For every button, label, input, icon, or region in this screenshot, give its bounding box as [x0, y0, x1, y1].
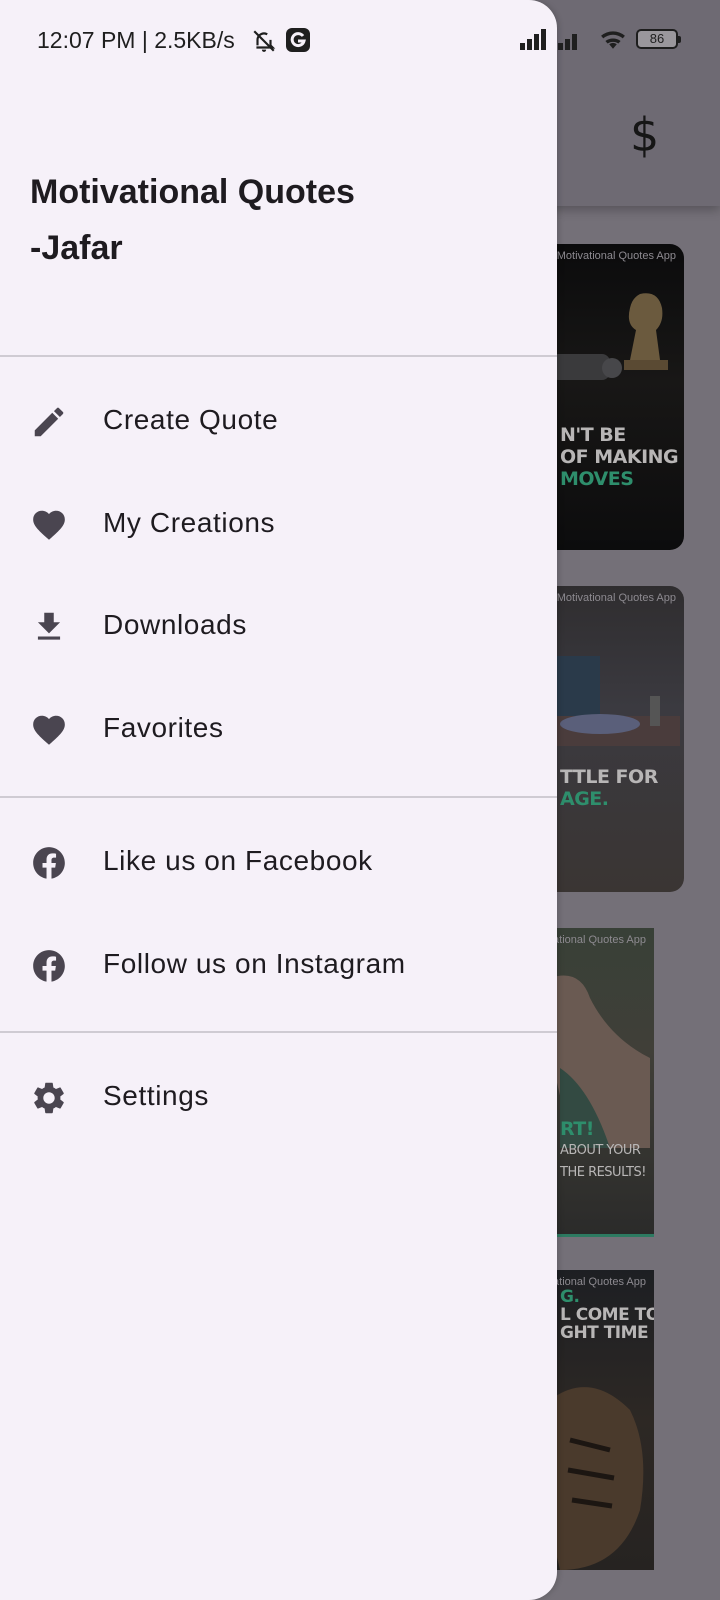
drawer-divider — [0, 796, 557, 798]
signal-icon — [558, 29, 584, 50]
signal-icon — [520, 29, 546, 50]
chess-piece-image — [550, 293, 668, 380]
battery-icon: 86 — [636, 29, 681, 49]
card-text-line: GHT TIME — [560, 1323, 649, 1343]
wifi-icon — [601, 31, 625, 49]
menu-item-my-creations[interactable]: My Creations — [0, 479, 557, 571]
menu-item-downloads[interactable]: Downloads — [0, 581, 557, 673]
menu-item-create-quote[interactable]: Create Quote — [0, 376, 557, 468]
dollar-icon[interactable]: $ — [630, 108, 659, 162]
card-text-line: AGE. — [560, 788, 609, 810]
menu-item-settings[interactable]: Settings — [0, 1052, 557, 1144]
menu-item-favorites[interactable]: Favorites — [0, 684, 557, 776]
status-time: 12:07 PM | 2.5KB/s — [37, 27, 235, 53]
menu-item-label: Follow us on Instagram — [103, 948, 406, 979]
battery-level: 86 — [649, 31, 665, 46]
tiger-image — [546, 1387, 644, 1570]
menu-item-label: Settings — [103, 1080, 209, 1111]
bell-off-icon — [253, 30, 276, 52]
card-text-line: N'T BE — [560, 424, 626, 446]
menu-item-like-facebook[interactable]: Like us on Facebook — [0, 817, 557, 909]
drawer-divider — [0, 1031, 557, 1033]
card-text-line: L COME TO — [560, 1305, 654, 1325]
g-app-icon — [286, 28, 310, 52]
menu-item-label: My Creations — [103, 507, 276, 538]
drawer-title-line1: Motivational Quotes — [30, 173, 355, 211]
pencil-icon — [30, 403, 68, 441]
navigation-drawer: Motivational Quotes -Jafar Create Quote … — [0, 0, 557, 1600]
facebook-icon — [30, 947, 68, 985]
card-text-line: ABOUT YOUR — [560, 1143, 641, 1158]
drawer-divider — [0, 355, 557, 357]
menu-item-label: Create Quote — [103, 404, 279, 435]
menu-item-label: Favorites — [103, 712, 224, 743]
facebook-icon — [30, 844, 68, 882]
card-text-line: G. — [560, 1287, 580, 1307]
card-watermark: Motivational Quotes App — [556, 250, 676, 262]
drawer-header-title: Motivational Quotes -Jafar — [30, 164, 530, 276]
card-text-line: RT! — [560, 1118, 594, 1140]
card-text-line: OF MAKING — [560, 446, 679, 468]
heart-icon — [30, 711, 68, 749]
download-icon — [30, 608, 68, 646]
menu-item-follow-instagram[interactable]: Follow us on Instagram — [0, 920, 557, 1012]
drawer-title-line2: -Jafar — [30, 229, 123, 267]
heart-icon — [30, 506, 68, 544]
card-text-line: THE RESULTS! — [560, 1165, 646, 1180]
card-text-line: MOVES — [560, 468, 634, 490]
menu-item-label: Like us on Facebook — [103, 845, 373, 876]
card-watermark: Motivational Quotes App — [556, 592, 676, 604]
status-bar: 12:07 PM | 2.5KB/s 86 — [0, 0, 720, 82]
card-text-line: TTLE FOR — [560, 766, 658, 788]
gear-icon — [30, 1079, 68, 1117]
menu-item-label: Downloads — [103, 609, 247, 640]
racetrack-image — [540, 656, 680, 746]
